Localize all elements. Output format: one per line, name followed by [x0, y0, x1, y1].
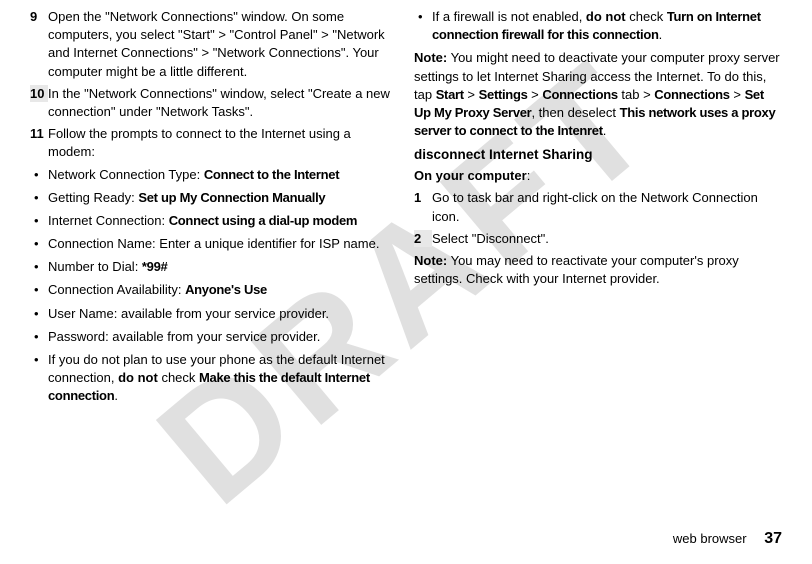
- note-paragraph: Note: You may need to reactivate your co…: [414, 252, 782, 288]
- note-paragraph: Note: You might need to deactivate your …: [414, 49, 782, 140]
- bullet-value: Connect using a dial-up modem: [169, 213, 357, 228]
- list-item: • Number to Dial: *99#: [30, 258, 398, 276]
- list-item: • User Name: available from your service…: [30, 305, 398, 323]
- bullet-label: Getting Ready:: [48, 190, 138, 205]
- left-column: 9 Open the "Network Connections" window.…: [22, 8, 406, 546]
- page-footer: web browser 37: [673, 528, 782, 550]
- list-item: • Connection Availability: Anyone's Use: [30, 281, 398, 299]
- step-1: 1 Go to task bar and right-click on the …: [414, 189, 782, 225]
- step-9: 9 Open the "Network Connections" window.…: [30, 8, 398, 81]
- bullet-label: Internet Connection:: [48, 213, 169, 228]
- bullet-text: Connection Name: Enter a unique identifi…: [48, 235, 398, 253]
- bullet-icon: •: [34, 258, 48, 276]
- page-content: 9 Open the "Network Connections" window.…: [0, 0, 812, 564]
- step-text: Select "Disconnect".: [432, 230, 782, 248]
- list-item: • If you do not plan to use your phone a…: [30, 351, 398, 406]
- bullet-text: If you do not plan to use your phone as …: [48, 351, 398, 406]
- bullet-icon: •: [34, 305, 48, 323]
- step-number: 2: [414, 230, 432, 247]
- step-number: 11: [30, 125, 48, 161]
- step-2: 2 Select "Disconnect".: [414, 230, 782, 248]
- list-item: • If a firewall is not enabled, do not c…: [414, 8, 782, 44]
- step-number: 1: [414, 189, 432, 225]
- step-text: Open the "Network Connections" window. O…: [48, 8, 398, 81]
- bullet-label: Number to Dial:: [48, 259, 142, 274]
- section-heading: disconnect Internet Sharing: [414, 146, 782, 165]
- bullet-text: Password: available from your service pr…: [48, 328, 398, 346]
- bullet-label: Connection Availability:: [48, 282, 185, 297]
- bullet-icon: •: [34, 328, 48, 346]
- right-column: • If a firewall is not enabled, do not c…: [406, 8, 790, 546]
- bullet-icon: •: [34, 212, 48, 230]
- footer-page-number: 37: [764, 530, 782, 547]
- bullet-icon: •: [34, 189, 48, 207]
- step-number: 9: [30, 8, 48, 81]
- bullet-value: Set up My Connection Manually: [138, 190, 325, 205]
- bullet-icon: •: [34, 166, 48, 184]
- step-text: In the "Network Connections" window, sel…: [48, 85, 398, 121]
- bullet-icon: •: [34, 351, 48, 406]
- bullet-text: If a firewall is not enabled, do not che…: [432, 8, 782, 44]
- footer-section: web browser: [673, 531, 747, 546]
- list-item: • Connection Name: Enter a unique identi…: [30, 235, 398, 253]
- bullet-list: • If a firewall is not enabled, do not c…: [414, 8, 782, 44]
- list-item: • Internet Connection: Connect using a d…: [30, 212, 398, 230]
- step-10: 10 In the "Network Connections" window, …: [30, 85, 398, 121]
- note-text: You may need to reactivate your computer…: [414, 253, 739, 286]
- step-number: 10: [30, 85, 48, 102]
- bullet-value: Connect to the Internet: [204, 167, 339, 182]
- step-text: Follow the prompts to connect to the Int…: [48, 125, 398, 161]
- bullet-text: User Name: available from your service p…: [48, 305, 398, 323]
- list-item: • Network Connection Type: Connect to th…: [30, 166, 398, 184]
- bullet-value: *99#: [142, 259, 168, 274]
- subheading: On your computer:: [414, 167, 782, 185]
- list-item: • Password: available from your service …: [30, 328, 398, 346]
- step-text: Go to task bar and right-click on the Ne…: [432, 189, 782, 225]
- list-item: • Getting Ready: Set up My Connection Ma…: [30, 189, 398, 207]
- note-label: Note:: [414, 50, 447, 65]
- note-label: Note:: [414, 253, 447, 268]
- bullet-label: Network Connection Type:: [48, 167, 204, 182]
- bullet-value: Anyone's Use: [185, 282, 267, 297]
- bullet-icon: •: [34, 235, 48, 253]
- bullet-list: • Network Connection Type: Connect to th…: [30, 166, 398, 406]
- step-11: 11 Follow the prompts to connect to the …: [30, 125, 398, 161]
- bullet-icon: •: [34, 281, 48, 299]
- bullet-icon: •: [418, 8, 432, 44]
